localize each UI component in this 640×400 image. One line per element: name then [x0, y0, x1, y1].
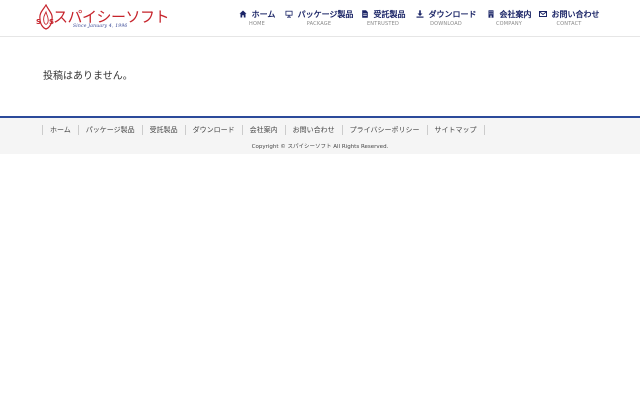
- nav-label: ダウンロード: [428, 9, 477, 19]
- nav-sub-label: COMPANY: [495, 21, 523, 27]
- site-footer: ホーム パッケージ製品 受託製品 ダウンロード 会社案内 お問い合わせ プライバ…: [0, 116, 640, 154]
- nav-label: 会社案内: [499, 9, 532, 19]
- nav-item-contact[interactable]: お問い合わせ CONTACT: [538, 9, 600, 29]
- document-icon: [361, 10, 370, 19]
- nav-sub-label: ENTRUSTED: [366, 21, 400, 27]
- nav-item-company[interactable]: 会社案内 COMPANY: [484, 9, 534, 29]
- nav-sub-label: HOME: [249, 21, 265, 27]
- logo-tagline: Since January 4, 1996: [73, 24, 128, 29]
- copyright-text: Copyright © スパイシーソフト All Rights Reserved…: [251, 144, 389, 150]
- footer-link-package[interactable]: パッケージ製品: [77, 125, 142, 135]
- home-icon: [239, 10, 248, 19]
- footer-link-download[interactable]: ダウンロード: [184, 125, 242, 135]
- envelope-icon: [539, 10, 548, 19]
- nav-item-home[interactable]: ホーム HOME: [232, 9, 282, 29]
- nav-item-entrusted[interactable]: 受託製品 ENTRUSTED: [358, 9, 408, 29]
- site-header: S S スパイシーソフト Since January 4, 1996 ホーム H…: [0, 0, 640, 37]
- no-posts-message: 投稿はありません。: [43, 71, 133, 82]
- footer-nav: ホーム パッケージ製品 受託製品 ダウンロード 会社案内 お問い合わせ プライバ…: [42, 124, 485, 136]
- nav-sub-label: CONTACT: [556, 21, 582, 27]
- nav-label: お問い合わせ: [551, 9, 600, 19]
- download-icon: [416, 10, 425, 19]
- footer-link-privacy[interactable]: プライバシーポリシー: [341, 125, 427, 135]
- nav-label: 受託製品: [373, 9, 406, 19]
- nav-sub-label: DOWNLOAD: [430, 21, 462, 27]
- footer-link-home[interactable]: ホーム: [42, 125, 78, 135]
- footer-link-sitemap[interactable]: サイトマップ: [426, 125, 485, 135]
- nav-label: ホーム: [251, 9, 276, 19]
- nav-item-download[interactable]: ダウンロード DOWNLOAD: [412, 9, 480, 29]
- building-icon: [487, 10, 496, 19]
- nav-item-package[interactable]: パッケージ製品 PACKAGE: [284, 9, 354, 29]
- footer-link-company[interactable]: 会社案内: [241, 125, 285, 135]
- footer-link-contact[interactable]: お問い合わせ: [284, 125, 342, 135]
- nav-sub-label: PACKAGE: [306, 21, 332, 27]
- monitor-icon: [285, 10, 294, 19]
- nav-label: パッケージ製品: [297, 9, 354, 19]
- footer-link-entrusted[interactable]: 受託製品: [141, 125, 185, 135]
- site-logo[interactable]: S S スパイシーソフト Since January 4, 1996: [35, 4, 170, 32]
- svg-text:S: S: [36, 18, 41, 26]
